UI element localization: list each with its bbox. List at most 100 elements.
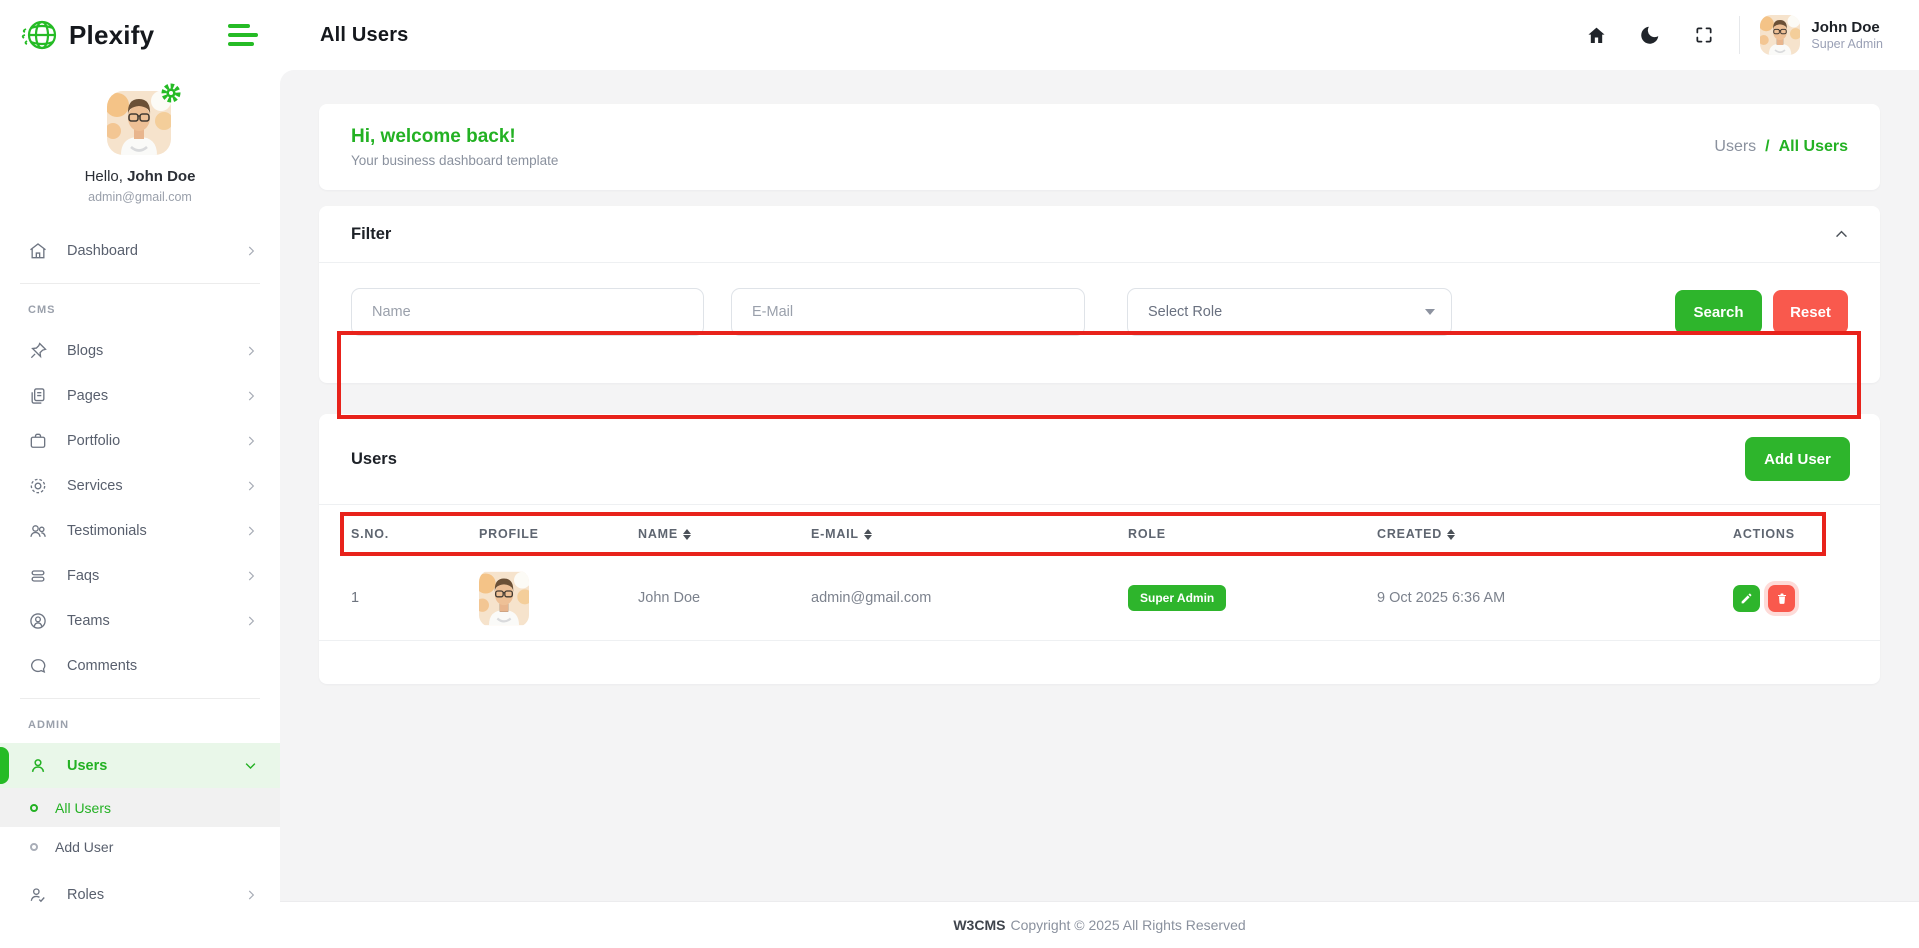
- sidebar-item-testimonials[interactable]: Testimonials: [0, 508, 280, 553]
- fullscreen-icon[interactable]: [1691, 22, 1717, 48]
- profile-menu[interactable]: John Doe Super Admin: [1760, 15, 1883, 55]
- footer-brand: W3CMS: [953, 917, 1005, 933]
- chevron-right-icon: [244, 524, 258, 538]
- col-actions: ACTIONS: [1733, 527, 1848, 541]
- filter-card: Filter Select Role Search Reset: [319, 206, 1880, 383]
- chevron-right-icon: [244, 888, 258, 902]
- sidebar-section-cms: CMS: [0, 294, 280, 328]
- home-icon: [28, 241, 48, 261]
- gear-icon: [28, 476, 48, 496]
- topbar-avatar: [1760, 15, 1800, 55]
- topbar: All Users John Doe Super Admin: [280, 0, 1919, 70]
- breadcrumb-parent[interactable]: Users: [1714, 138, 1756, 156]
- welcome-card: Hi, welcome back! Your business dashboar…: [319, 104, 1880, 190]
- hamburger-menu-icon[interactable]: [226, 20, 260, 50]
- divider: [1739, 16, 1740, 54]
- sidebar-subitem-all-users[interactable]: All Users: [0, 788, 280, 827]
- edit-icon[interactable]: [1733, 585, 1760, 612]
- annotation-rectangle-filter: [337, 331, 1861, 419]
- topbar-user-name: John Doe: [1811, 19, 1883, 38]
- email-filter-input[interactable]: [731, 288, 1085, 336]
- sidebar-section-admin: ADMIN: [0, 709, 280, 743]
- table-row: 1 John Doe admin@gmail.com Super Admin 9…: [319, 556, 1880, 641]
- chevron-right-icon: [244, 244, 258, 258]
- brand-name: Plexify: [69, 20, 154, 51]
- col-email[interactable]: E-MAIL: [811, 527, 1128, 541]
- role-badge: Super Admin: [1128, 585, 1226, 611]
- user-icon: [28, 756, 48, 776]
- sidebar-item-blogs[interactable]: Blogs: [0, 328, 280, 373]
- delete-icon[interactable]: [1768, 585, 1795, 612]
- sidebar-header: Plexify: [0, 0, 280, 70]
- breadcrumb-separator: /: [1765, 138, 1769, 156]
- users-table-title: Users: [351, 450, 397, 469]
- chevron-right-icon: [244, 344, 258, 358]
- row-avatar: [479, 570, 529, 627]
- content: Hi, welcome back! Your business dashboar…: [280, 70, 1919, 901]
- sidebar-item-roles[interactable]: Roles: [0, 872, 280, 917]
- main-area: All Users John Doe Super Admin: [280, 0, 1919, 948]
- sidebar-item-dashboard[interactable]: Dashboard: [0, 228, 280, 273]
- person-check-icon: [28, 885, 48, 905]
- col-sno: S.NO.: [351, 527, 479, 541]
- page-title: All Users: [320, 24, 409, 47]
- people-icon: [28, 521, 48, 541]
- sidebar-user-email: admin@gmail.com: [0, 190, 280, 204]
- row-actions: [1733, 585, 1848, 612]
- footer-text: Copyright © 2025 All Rights Reserved: [1010, 917, 1245, 933]
- dark-mode-moon-icon[interactable]: [1637, 22, 1663, 48]
- sidebar-subitem-add-user[interactable]: Add User: [0, 827, 280, 866]
- add-user-button[interactable]: Add User: [1745, 437, 1850, 481]
- row-name: John Doe: [638, 590, 811, 606]
- sidebar-user-name: John Doe: [127, 168, 195, 185]
- sidebar-user-panel: Hello, John Doe admin@gmail.com: [0, 70, 280, 204]
- person-circle-icon: [28, 611, 48, 631]
- role-select[interactable]: Select Role: [1127, 288, 1452, 336]
- search-button[interactable]: Search: [1675, 290, 1762, 334]
- chat-bubble-icon: [28, 656, 48, 676]
- briefcase-icon: [28, 431, 48, 451]
- filter-title: Filter: [351, 225, 391, 244]
- sidebar-item-teams[interactable]: Teams: [0, 598, 280, 643]
- pages-icon: [28, 386, 48, 406]
- users-card: Users Add User S.NO. PROFILE NAME E-MAIL…: [319, 414, 1880, 684]
- sidebar: Plexify Hello, John Doe admin@gmail.com …: [0, 0, 280, 948]
- sidebar-item-faqs[interactable]: Faqs: [0, 553, 280, 598]
- caret-down-icon: [1425, 309, 1435, 315]
- bullet-icon: [30, 843, 38, 851]
- welcome-title: Hi, welcome back!: [351, 126, 558, 148]
- row-sno: 1: [351, 590, 479, 606]
- stack-icon: [28, 566, 48, 586]
- sidebar-user-greeting: Hello, John Doe: [0, 168, 280, 185]
- gear-icon[interactable]: [161, 83, 181, 103]
- breadcrumb-current: All Users: [1779, 138, 1848, 156]
- breadcrumb: Users / All Users: [1714, 138, 1848, 156]
- pin-icon: [28, 341, 48, 361]
- sidebar-item-comments[interactable]: Comments: [0, 643, 280, 688]
- sidebar-item-users[interactable]: Users: [0, 743, 280, 788]
- topbar-user-role: Super Admin: [1811, 37, 1883, 51]
- globe-icon: [20, 15, 60, 55]
- col-created[interactable]: CREATED: [1377, 527, 1733, 541]
- sort-icon: [683, 529, 691, 540]
- chevron-down-icon: [243, 758, 258, 773]
- chevron-right-icon: [244, 479, 258, 493]
- sidebar-item-services[interactable]: Services: [0, 463, 280, 508]
- divider: [20, 283, 260, 284]
- sidebar-nav: Dashboard CMS Blogs Pages Portfolio: [0, 228, 280, 917]
- footer: W3CMS Copyright © 2025 All Rights Reserv…: [280, 901, 1919, 948]
- row-email: admin@gmail.com: [811, 590, 1128, 606]
- chevron-right-icon: [244, 389, 258, 403]
- sidebar-item-pages[interactable]: Pages: [0, 373, 280, 418]
- name-filter-input[interactable]: [351, 288, 704, 336]
- chevron-right-icon: [244, 434, 258, 448]
- reset-button[interactable]: Reset: [1773, 290, 1848, 334]
- chevron-up-icon[interactable]: [1833, 226, 1850, 243]
- col-role: ROLE: [1128, 527, 1377, 541]
- brand-logo[interactable]: Plexify: [20, 15, 154, 55]
- sidebar-item-portfolio[interactable]: Portfolio: [0, 418, 280, 463]
- col-name[interactable]: NAME: [638, 527, 811, 541]
- home-icon[interactable]: [1583, 22, 1609, 48]
- bullet-icon: [30, 804, 38, 812]
- row-role: Super Admin: [1128, 585, 1377, 611]
